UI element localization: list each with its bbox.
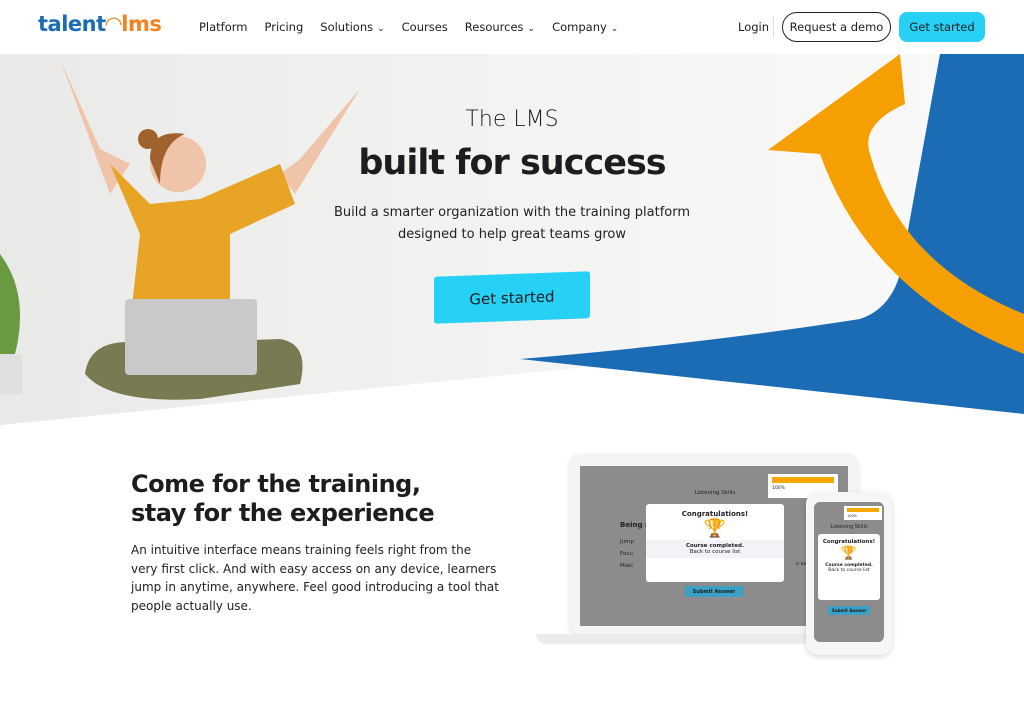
top-nav: talent◠lms Platform Pricing Solutions ⌄ C… [0,0,1024,54]
nav-courses[interactable]: Courses [402,20,448,34]
phone-mockup: 100% Listening Skills Congratulations! 🏆… [806,492,892,655]
hero-title: built for success [358,143,666,183]
chevron-down-icon: ⌄ [377,24,385,34]
phone-screen: 100% Listening Skills Congratulations! 🏆… [814,502,884,642]
hero-get-started-button[interactable]: Get started [434,271,590,324]
hero-title-light: The LMS [465,107,559,132]
main-menu: Platform Pricing Solutions ⌄ Courses Reso… [199,20,618,34]
nav-pricing[interactable]: Pricing [265,20,304,34]
nav-solutions[interactable]: Solutions ⌄ [320,20,384,34]
phone-submit-button[interactable]: Submit Answer [828,606,870,615]
hero-subtitle: Build a smarter organization with the tr… [333,205,691,242]
get-started-button[interactable]: Get started [899,12,985,42]
nav-resources[interactable]: Resources ⌄ [465,20,535,34]
cloud-smile-icon: ◠ [105,12,122,36]
nav-company[interactable]: Company ⌄ [552,20,618,34]
nav-platform[interactable]: Platform [199,20,248,34]
section-body: An intuitive interface means training fe… [131,543,499,613]
back-to-course-link[interactable]: Back to course list [646,549,784,555]
congrats-modal: Congratulations! 🏆 Course completed. Bac… [646,504,784,582]
request-demo-button[interactable]: Request a demo [782,12,891,42]
chevron-down-icon: ⌄ [610,24,619,34]
trophy-icon: 🏆 [703,518,727,539]
divider [773,16,774,38]
talentlms-logo[interactable]: talent◠lms [38,12,162,36]
login-link[interactable]: Login [738,20,769,34]
phone-congrats-modal: Congratulations! 🏆 Course completed. Bac… [818,534,880,600]
chevron-down-icon: ⌄ [527,24,536,34]
submit-answer-button[interactable]: Submit Answer [685,586,743,597]
section-heading: Come for the training, stay for the exper… [131,470,435,527]
trophy-icon: 🏆 [840,546,858,561]
